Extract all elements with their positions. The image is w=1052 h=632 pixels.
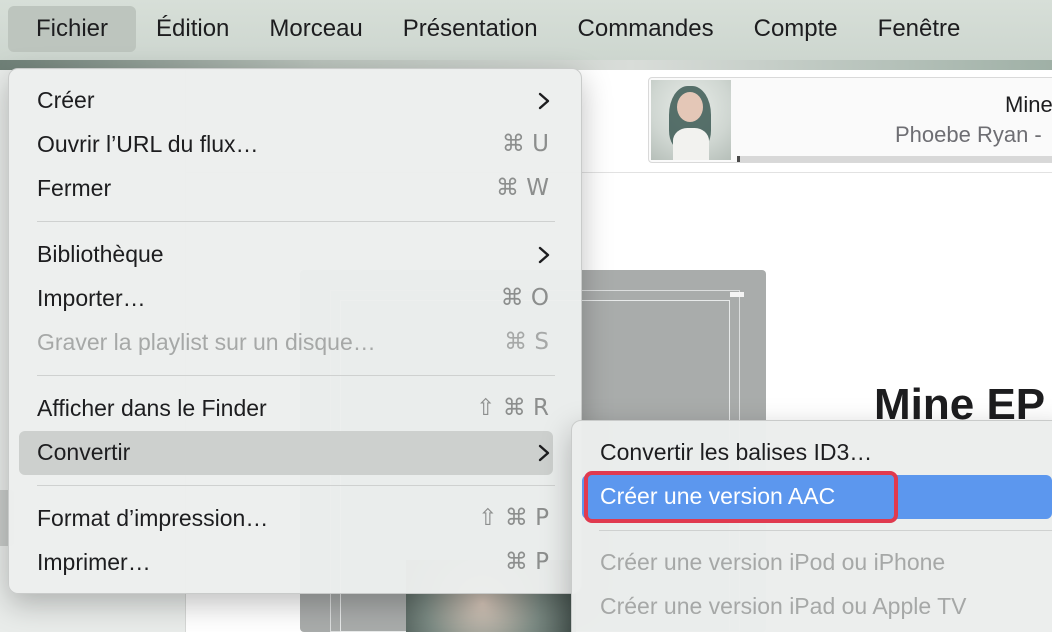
shortcut-label: ⌘ U <box>501 131 549 157</box>
shortcut-label: ⌘ W <box>495 175 549 201</box>
menu-item-label: Créer <box>37 87 95 113</box>
menu-compte[interactable]: Compte <box>734 6 858 52</box>
shortcut-label: ⇧ ⌘ P <box>478 505 549 531</box>
menu-item-convertir[interactable]: Convertir <box>19 431 553 475</box>
menu-separator <box>37 375 555 376</box>
shortcut-label: ⇧ ⌘ R <box>476 395 549 421</box>
menu-item-label: Fermer <box>37 175 112 201</box>
menu-item-ouvrir-url[interactable]: Ouvrir l’URL du flux… ⌘ U <box>19 123 553 167</box>
menu-item-afficher-finder[interactable]: Afficher dans le Finder ⇧ ⌘ R <box>19 387 553 431</box>
submenu-item-label: Convertir les balises ID3… <box>600 439 873 465</box>
now-playing-title: Mine <box>1005 92 1052 117</box>
menu-item-label: Convertir <box>37 439 131 465</box>
album-artwork-mark <box>730 292 744 297</box>
chevron-right-icon <box>538 246 550 264</box>
menu-separator <box>37 221 555 222</box>
shortcut-label: ⌘ P <box>504 549 549 575</box>
menu-item-label: Imprimer… <box>37 549 151 575</box>
menu-commandes[interactable]: Commandes <box>558 6 734 52</box>
menu-separator <box>37 485 555 486</box>
menu-item-creer[interactable]: Créer <box>19 79 553 123</box>
menu-item-bibliotheque[interactable]: Bibliothèque <box>19 233 553 277</box>
menu-item-fermer[interactable]: Fermer ⌘ W <box>19 167 553 211</box>
submenu-item-convertir-id3[interactable]: Convertir les balises ID3… <box>582 431 1052 475</box>
menu-item-graver-playlist: Graver la playlist sur un disque… ⌘ S <box>19 321 553 365</box>
menu-bar: Fichier Édition Morceau Présentation Com… <box>0 0 980 58</box>
now-playing-display[interactable]: Mine Phoebe Ryan - <box>648 77 1052 163</box>
now-playing-artwork[interactable] <box>651 80 731 160</box>
menu-item-label: Ouvrir l’URL du flux… <box>37 131 259 157</box>
submenu-separator <box>599 530 1052 531</box>
file-menu: Créer Ouvrir l’URL du flux… ⌘ U Fermer ⌘… <box>8 68 582 594</box>
submenu-item-label: Créer une version iPod ou iPhone <box>600 549 946 575</box>
playback-progress-fill <box>737 156 741 162</box>
chevron-right-icon <box>538 92 550 110</box>
menu-fichier[interactable]: Fichier <box>8 6 137 52</box>
submenu-item-label: Créer une version AAC <box>600 483 836 509</box>
menu-edition[interactable]: Édition <box>136 6 249 52</box>
menu-item-importer[interactable]: Importer… ⌘ O <box>19 277 553 321</box>
now-playing-artist: Phoebe Ryan - <box>895 122 1042 147</box>
playback-progress-bar[interactable] <box>737 156 1052 162</box>
submenu-item-creer-aac[interactable]: Créer une version AAC <box>582 471 1052 523</box>
shortcut-label: ⌘ S <box>504 329 549 355</box>
menu-item-label: Graver la playlist sur un disque… <box>37 329 376 355</box>
convert-submenu: Convertir les balises ID3… Créer une ver… <box>571 420 1052 632</box>
menu-item-format-impression[interactable]: Format d’impression… ⇧ ⌘ P <box>19 497 553 541</box>
menu-item-label: Importer… <box>37 285 146 311</box>
menu-item-imprimer[interactable]: Imprimer… ⌘ P <box>19 541 553 585</box>
submenu-item-creer-ipod: Créer une version iPod ou iPhone <box>582 541 1052 585</box>
submenu-item-label: Créer une version iPad ou Apple TV <box>600 593 967 619</box>
shortcut-label: ⌘ O <box>500 285 549 311</box>
chevron-right-icon <box>538 444 550 462</box>
submenu-item-creer-ipad: Créer une version iPad ou Apple TV <box>582 585 1052 629</box>
menu-item-label: Afficher dans le Finder <box>37 395 267 421</box>
menu-item-label: Format d’impression… <box>37 505 269 531</box>
menu-presentation[interactable]: Présentation <box>383 6 558 52</box>
menu-fenetre[interactable]: Fenêtre <box>858 6 981 52</box>
menu-morceau[interactable]: Morceau <box>249 6 382 52</box>
menu-item-label: Bibliothèque <box>37 241 164 267</box>
